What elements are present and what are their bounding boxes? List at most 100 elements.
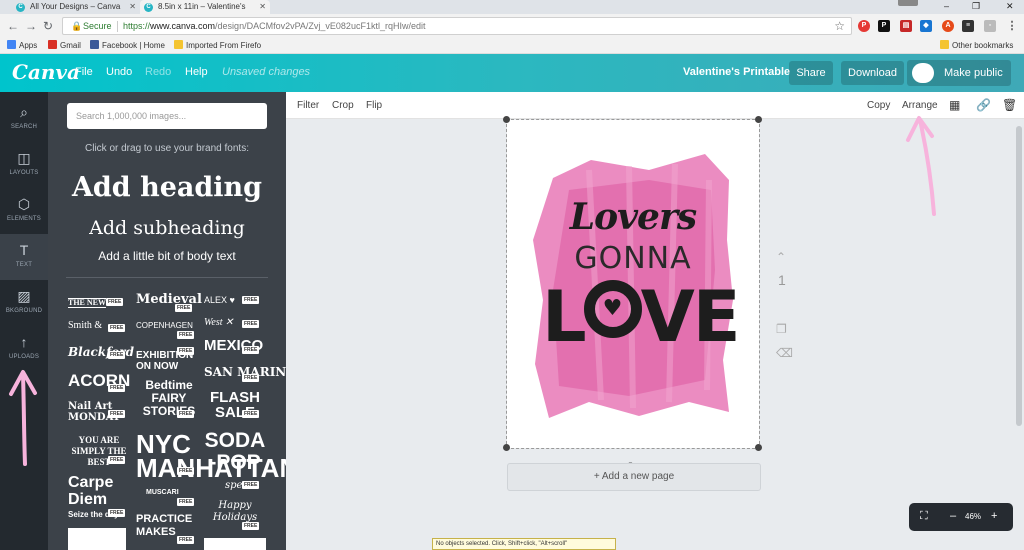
- vertical-scrollbar[interactable]: [1016, 120, 1022, 550]
- blue-extension-icon[interactable]: ◆: [920, 20, 932, 32]
- font-combo-west[interactable]: West ✕: [204, 318, 233, 328]
- add-body-text-option[interactable]: Add a little bit of body text: [48, 249, 286, 263]
- font-combo-copenhagen[interactable]: COPENHAGEN: [136, 322, 193, 330]
- delete-page-icon[interactable]: ⌫: [776, 346, 793, 360]
- p-extension-icon[interactable]: P: [878, 20, 890, 32]
- grey-extension-icon[interactable]: ▫: [984, 20, 996, 32]
- download-button[interactable]: Download: [841, 61, 904, 85]
- rail-item-search[interactable]: ⌕ SEARCH: [0, 96, 48, 142]
- crop-button[interactable]: Crop: [332, 100, 354, 111]
- presentation-icon[interactable]: ⛶: [920, 510, 928, 523]
- bookmark-folder-imported[interactable]: Imported From Firefo: [174, 40, 261, 52]
- canvas-text-gonna[interactable]: GONNA: [507, 241, 759, 276]
- add-subheading-option[interactable]: Add subheading: [48, 217, 286, 239]
- rail-item-label: UPLOADS: [8, 354, 40, 360]
- url-path: /design/DACMfov2vPA/Zvj_vE082ucF1ktl_rqH…: [215, 21, 426, 31]
- love-letters-ve: VE: [640, 276, 741, 358]
- free-badge: FREE: [242, 296, 260, 304]
- profile-chip[interactable]: [898, 0, 918, 6]
- font-combo-the-new[interactable]: THE NEW: [68, 298, 107, 308]
- bookmark-label: Gmail: [60, 41, 81, 50]
- rail-item-uploads[interactable]: ↑ UPLOADS: [0, 326, 48, 372]
- menu-file[interactable]: File: [75, 66, 93, 78]
- browser-tab-strip: C All Your Designs – Canva ✕ C 8.5in x 1…: [0, 0, 1024, 14]
- window-close-icon[interactable]: ✕: [1006, 0, 1014, 12]
- font-combo-thumbnail[interactable]: [68, 528, 126, 550]
- link-icon[interactable]: 🔗: [976, 98, 991, 112]
- trash-icon[interactable]: 🗑: [1002, 98, 1017, 112]
- filter-button[interactable]: Filter: [297, 100, 319, 111]
- bookmark-facebook[interactable]: Facebook | Home: [90, 40, 165, 52]
- pinterest-extension-icon[interactable]: P: [858, 20, 870, 32]
- bookmark-gmail[interactable]: Gmail: [48, 40, 81, 52]
- tab-close-icon[interactable]: ✕: [129, 0, 136, 14]
- free-badge: FREE: [177, 331, 195, 339]
- free-badge: FREE: [177, 347, 195, 355]
- design-page[interactable]: Lovers GONNA L ♥ VE: [503, 116, 762, 451]
- make-public-toggle[interactable]: Make public: [907, 60, 1011, 86]
- resize-handle-top-right[interactable]: [755, 116, 762, 123]
- minimize-icon[interactable]: –: [944, 0, 949, 12]
- resize-handle-top-left[interactable]: [503, 116, 510, 123]
- maximize-icon[interactable]: ❐: [972, 0, 980, 12]
- browser-tab-all-designs[interactable]: C All Your Designs – Canva ✕: [12, 0, 140, 14]
- font-combo-smith[interactable]: Smith &: [68, 321, 102, 331]
- free-badge: FREE: [242, 522, 260, 530]
- duplicate-page-icon[interactable]: ❐: [776, 322, 787, 336]
- bookmark-star-icon[interactable]: ☆: [834, 19, 845, 33]
- rail-item-layouts[interactable]: ◫ LAYOUTS: [0, 142, 48, 188]
- transparency-icon[interactable]: ▦: [949, 98, 960, 112]
- add-heading-option[interactable]: Add heading: [48, 172, 286, 203]
- gmail-icon: [48, 40, 57, 49]
- layers-extension-icon[interactable]: ≡: [962, 20, 974, 32]
- copy-button[interactable]: Copy: [867, 100, 890, 111]
- canvas-text-love[interactable]: L ♥ VE: [542, 280, 741, 352]
- folder-icon: [940, 40, 949, 49]
- font-combo-soda-pop[interactable]: SODA -POP: [204, 430, 266, 474]
- flip-button[interactable]: Flip: [366, 100, 382, 111]
- free-badge: FREE: [175, 304, 193, 312]
- canvas-text-lovers[interactable]: Lovers: [507, 196, 759, 238]
- zoom-out-button[interactable]: –: [950, 510, 956, 522]
- scrollbar-thumb[interactable]: [1016, 126, 1022, 426]
- menu-redo[interactable]: Redo: [145, 66, 171, 78]
- add-new-page-button[interactable]: + Add a new page: [507, 463, 761, 491]
- bookmark-apps[interactable]: Apps: [7, 40, 37, 52]
- font-combo-happy-holidays[interactable]: Happy Holidays: [208, 500, 262, 524]
- bookmark-folder-other[interactable]: Other bookmarks: [940, 40, 1013, 52]
- url-field[interactable]: 🔒 Secure https://www.canva.com/design/DA…: [62, 17, 852, 35]
- annotation-arrow-up-right: [906, 116, 936, 216]
- canva-favicon-icon: C: [16, 3, 25, 12]
- font-combo-thumbnail[interactable]: [204, 538, 266, 550]
- forward-icon[interactable]: →: [25, 19, 37, 33]
- editor-top-bar: Canva File Undo Redo Help Unsaved change…: [0, 54, 1024, 92]
- text-icon: T: [19, 242, 29, 258]
- image-search-input[interactable]: [67, 103, 267, 129]
- resize-handle-bottom-left[interactable]: [503, 444, 510, 451]
- tab-close-icon[interactable]: ✕: [259, 0, 266, 14]
- rail-item-label: LAYOUTS: [9, 170, 39, 176]
- font-combo-alex[interactable]: ALEX ♥: [204, 296, 235, 305]
- rail-item-background[interactable]: ▨ BKGROUND: [0, 280, 48, 326]
- arrange-button[interactable]: Arrange: [902, 100, 938, 111]
- rail-item-elements[interactable]: ⬡ ELEMENTS: [0, 188, 48, 234]
- document-title[interactable]: Valentine's Printable: [683, 66, 790, 78]
- font-combo-spe[interactable]: spe: [225, 481, 242, 491]
- orange-extension-icon[interactable]: A: [942, 20, 954, 32]
- browser-tab-valentine[interactable]: C 8.5in x 11in – Valentine's ✕: [140, 0, 270, 14]
- share-button[interactable]: Share: [789, 61, 833, 85]
- rail-item-text[interactable]: T TEXT: [0, 234, 48, 280]
- resize-handle-bottom-right[interactable]: [755, 444, 762, 451]
- browser-menu-icon[interactable]: ⋮: [1006, 20, 1018, 32]
- reload-icon[interactable]: ↻: [43, 19, 53, 33]
- font-combo-muscari[interactable]: MUSCARI: [146, 489, 179, 496]
- menu-undo[interactable]: Undo: [106, 66, 132, 78]
- move-up-icon[interactable]: ⌃: [776, 250, 786, 264]
- search-icon: ⌕: [20, 104, 28, 120]
- back-icon[interactable]: ←: [7, 19, 19, 33]
- font-combo-carpe-diem[interactable]: Carpe Diem: [68, 474, 132, 508]
- red-extension-icon[interactable]: ▤: [900, 20, 912, 32]
- canva-logo[interactable]: Canva: [12, 60, 80, 84]
- menu-help[interactable]: Help: [185, 66, 208, 78]
- zoom-in-button[interactable]: +: [991, 510, 997, 522]
